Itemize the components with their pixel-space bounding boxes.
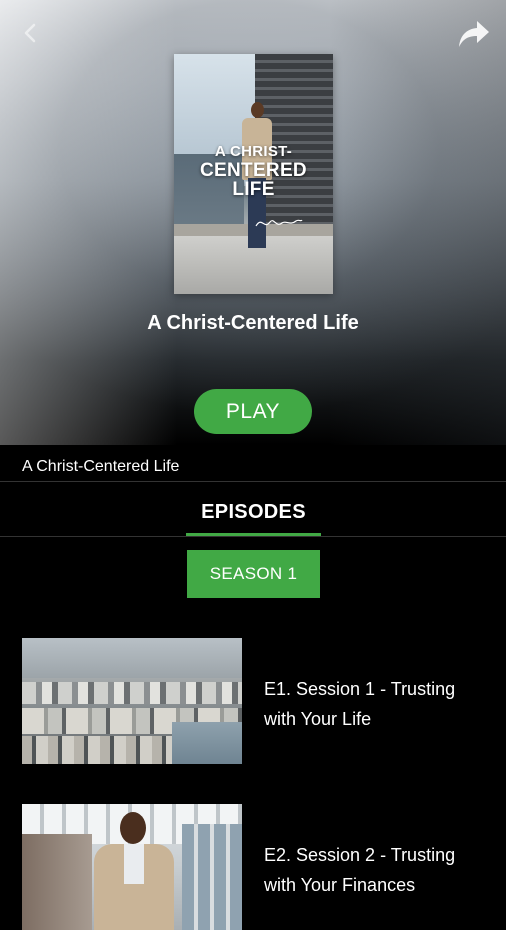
thumb-buildings [22,736,172,764]
thumb-windows [182,824,242,930]
episode-thumbnail[interactable] [22,804,242,930]
poster-signature [255,219,303,227]
episode-title[interactable]: E2. Session 2 - Trusting with Your Finan… [264,840,484,900]
page-title: A Christ-Centered Life [147,312,359,334]
play-button[interactable]: PLAY [194,389,312,434]
thumb-person-head [120,812,146,844]
episode-thumbnail[interactable] [22,638,242,764]
divider [0,481,506,482]
thumb-person-shirt [124,844,144,884]
divider [0,536,506,537]
thumb-sky [22,638,242,678]
poster-title: A CHRIST- CENTERED LIFE [174,142,333,199]
episode-item[interactable]: E2. Session 2 - Trusting with Your Finan… [22,804,492,930]
share-arrow-icon[interactable] [456,16,492,52]
poster-person-head [251,102,264,118]
series-description: A Christ-Centered Life [22,458,180,475]
thumb-wall [22,834,92,930]
thumb-buildings [22,682,242,704]
episode-item[interactable]: E1. Session 1 - Trusting with Your Life [22,638,492,764]
season-selector-button[interactable]: SEASON 1 [187,550,320,598]
tab-episodes[interactable]: EPISODES [186,488,321,536]
arrow-left-icon[interactable] [16,18,46,48]
poster-title-line1: A CHRIST- [214,143,293,160]
episode-title[interactable]: E1. Session 1 - Trusting with Your Life [264,674,484,734]
series-poster: A CHRIST- CENTERED LIFE [174,54,333,294]
poster-title-line2: CENTERED [200,160,307,181]
poster-title-line3: LIFE [232,179,275,200]
thumb-water [172,722,242,764]
